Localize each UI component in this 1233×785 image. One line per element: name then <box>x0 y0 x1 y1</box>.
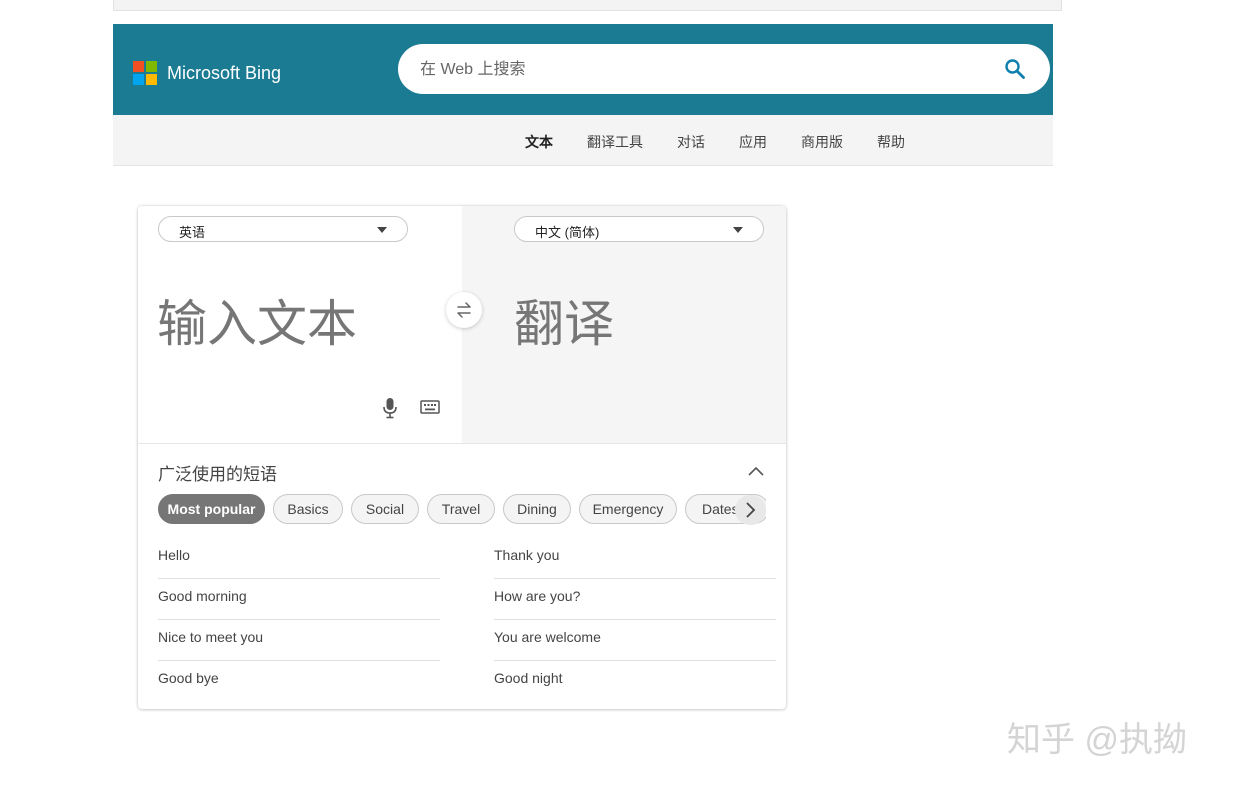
chevron-down-icon <box>733 227 743 233</box>
input-text-area[interactable]: 输入文本 <box>157 284 357 356</box>
search-input[interactable] <box>418 57 982 83</box>
swap-icon <box>457 302 471 318</box>
chip-dining[interactable]: Dining <box>503 494 571 524</box>
translation-output: 翻译 <box>514 296 614 352</box>
nav-help[interactable]: 帮助 <box>877 132 905 152</box>
divider <box>138 443 786 444</box>
source-pane[interactable]: 英语 输入文本 <box>138 206 462 443</box>
phrases-title: 广泛使用的短语 <box>158 465 277 484</box>
source-language-label: 英语 <box>179 225 206 240</box>
nav-text[interactable]: 文本 <box>525 132 553 152</box>
chip-most-popular[interactable]: Most popular <box>158 494 265 524</box>
microphone-button[interactable] <box>382 397 398 424</box>
bing-header: Microsoft Bing <box>113 24 1053 115</box>
search-box <box>398 44 1050 94</box>
search-icon <box>1005 59 1025 79</box>
collapse-phrases-button[interactable] <box>747 464 765 482</box>
nav-conversation[interactable]: 对话 <box>677 132 705 152</box>
translator-card: 英语 输入文本 中文 (简体) 翻译 广泛使用的短语 Most popular … <box>138 206 786 709</box>
brand-name: Microsoft Bing <box>167 62 282 83</box>
phrase-category-chips: Most popular Basics Social Travel Dining… <box>158 494 766 526</box>
nav-business[interactable]: 商用版 <box>801 132 843 152</box>
keyboard-button[interactable] <box>420 400 440 420</box>
phrase-item[interactable]: You are welcome <box>494 620 776 661</box>
keyboard-icon <box>420 400 440 414</box>
phrase-item[interactable]: Hello <box>158 538 440 579</box>
phrase-item[interactable]: Good morning <box>158 579 440 620</box>
phrase-item[interactable]: Good bye <box>158 661 440 702</box>
chip-basics[interactable]: Basics <box>273 494 343 524</box>
phrase-item[interactable]: Good night <box>494 661 776 702</box>
target-language-label: 中文 (简体) <box>535 225 600 240</box>
top-strip <box>113 0 1062 11</box>
target-language-select[interactable]: 中文 (简体) <box>514 216 764 242</box>
nav-bar: 文本 翻译工具 对话 应用 商用版 帮助 <box>113 115 1053 166</box>
chips-next-button[interactable] <box>735 495 766 525</box>
chip-emergency[interactable]: Emergency <box>579 494 677 524</box>
chip-social[interactable]: Social <box>351 494 419 524</box>
nav-translator-tools[interactable]: 翻译工具 <box>587 132 643 152</box>
chevron-up-icon <box>748 466 764 476</box>
chip-travel[interactable]: Travel <box>427 494 495 524</box>
source-language-select[interactable]: 英语 <box>158 216 408 242</box>
chevron-right-icon <box>746 502 756 518</box>
phrase-item[interactable]: Thank you <box>494 538 776 579</box>
search-button[interactable] <box>1004 58 1026 80</box>
swap-languages-button[interactable] <box>446 292 482 328</box>
phrase-item[interactable]: How are you? <box>494 579 776 620</box>
nav-apps[interactable]: 应用 <box>739 132 767 152</box>
phrase-item[interactable]: Nice to meet you <box>158 620 440 661</box>
target-pane: 中文 (简体) 翻译 <box>462 206 786 443</box>
watermark: 知乎 @执拗 <box>1007 721 1187 759</box>
bing-logo[interactable]: Microsoft Bing <box>133 61 281 85</box>
microsoft-logo-icon <box>133 61 157 85</box>
chevron-down-icon <box>377 227 387 233</box>
microphone-icon <box>383 398 397 419</box>
